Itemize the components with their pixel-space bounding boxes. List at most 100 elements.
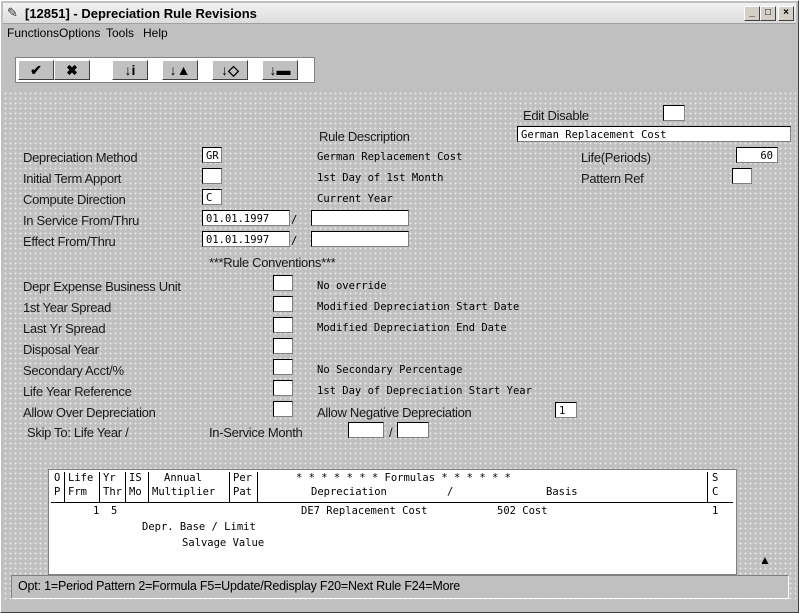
- allow-over-field[interactable]: [273, 401, 293, 417]
- rule-description-field[interactable]: German Replacement Cost: [517, 126, 791, 142]
- depr-expense-bu-desc: No override: [317, 280, 387, 292]
- disposal-year-field[interactable]: [273, 338, 293, 354]
- first-year-spread-label: 1st Year Spread: [23, 300, 112, 315]
- last-yr-spread-desc: Modified Depreciation End Date: [317, 322, 507, 334]
- grid-divider: [148, 472, 149, 502]
- compute-direction-field[interactable]: C: [202, 189, 222, 205]
- title-bar: ✎ [12851] - Depreciation Rule Revisions …: [3, 3, 796, 24]
- grid-divider: [64, 472, 65, 502]
- in-service-thru-field[interactable]: [311, 210, 409, 226]
- row-life-frm[interactable]: 1: [93, 505, 99, 517]
- find-button[interactable]: ↓i: [112, 60, 148, 80]
- in-service-month-label: In-Service Month: [209, 425, 303, 440]
- col-life-1: Life: [68, 472, 94, 484]
- add-button[interactable]: ↓▲: [162, 60, 198, 80]
- grid-header-rule: [51, 502, 733, 503]
- effect-thru-field[interactable]: [311, 231, 409, 247]
- menu-functions[interactable]: Functions: [7, 26, 59, 40]
- window-title: [12851] - Depreciation Rule Revisions: [25, 6, 257, 21]
- skip-to-label: Skip To: Life Year /: [27, 425, 129, 440]
- toolbar-group: ✔ ✖ ↓i ↓▲ ↓◇ ↓▬: [15, 57, 315, 83]
- menu-options[interactable]: Options: [59, 26, 100, 40]
- menu-tools[interactable]: Tools: [106, 26, 134, 40]
- depreciation-method-field[interactable]: GR: [202, 147, 222, 163]
- close-button[interactable]: ×: [778, 6, 794, 21]
- initial-term-label: Initial Term Apport: [23, 171, 122, 186]
- depr-expense-bu-label: Depr Expense Business Unit: [23, 279, 181, 294]
- disposal-year-label: Disposal Year: [23, 342, 99, 357]
- col-annual-1: Annual: [164, 472, 202, 484]
- effect-slash: /: [291, 235, 298, 247]
- col-life-2: Frm: [68, 486, 87, 498]
- ok-button[interactable]: ✔: [18, 60, 54, 80]
- skip-slash: /: [389, 425, 393, 440]
- col-per-2: Pat: [233, 486, 252, 498]
- col-annual-2: Multiplier: [152, 486, 216, 498]
- skip-life-year-field[interactable]: [348, 422, 384, 438]
- menu-help[interactable]: Help: [143, 26, 168, 40]
- col-sc-2: C: [712, 486, 719, 498]
- app-window: ✎ [12851] - Depreciation Rule Revisions …: [0, 0, 799, 613]
- first-year-spread-field[interactable]: [273, 296, 293, 312]
- last-yr-spread-label: Last Yr Spread: [23, 321, 106, 336]
- row-basis[interactable]: 502 Cost: [497, 505, 548, 517]
- row-yr-thr[interactable]: 5: [111, 505, 117, 517]
- minimize-button[interactable]: _: [744, 6, 760, 21]
- col-yr-1: Yr: [103, 472, 116, 484]
- depreciation-method-label: Depreciation Method: [23, 150, 138, 165]
- col-yr-2: Thr: [103, 486, 122, 498]
- delete-button[interactable]: ↓▬: [262, 60, 298, 80]
- allow-negative-field[interactable]: 1: [555, 402, 577, 418]
- status-text: Opt: 1=Period Pattern 2=Formula F5=Updat…: [18, 579, 461, 593]
- first-year-spread-desc: Modified Depreciation Start Date: [317, 301, 520, 313]
- menu-bar: Functions Options Tools Help: [3, 24, 796, 42]
- col-op-1: O: [54, 472, 61, 484]
- col-formulas-heading: * * * * * * * Formulas * * * * * *: [296, 472, 511, 484]
- row-depreciation[interactable]: DE7 Replacement Cost: [301, 505, 427, 517]
- initial-term-desc: 1st Day of 1st Month: [317, 172, 444, 184]
- effect-label: Effect From/Thru: [23, 234, 116, 249]
- grid-divider: [257, 472, 258, 502]
- life-year-ref-desc: 1st Day of Depreciation Start Year: [317, 385, 532, 397]
- toolbar: ✔ ✖ ↓i ↓▲ ↓◇ ↓▬: [3, 45, 796, 89]
- status-bar: Opt: 1=Period Pattern 2=Formula F5=Updat…: [11, 575, 789, 599]
- secondary-acct-field[interactable]: [273, 359, 293, 375]
- copy-button[interactable]: ↓◇: [212, 60, 248, 80]
- initial-term-field[interactable]: [202, 168, 222, 184]
- scroll-up-arrow-icon[interactable]: ▲: [757, 549, 773, 571]
- cancel-button[interactable]: ✖: [54, 60, 90, 80]
- row-sub-depr-base: Depr. Base / Limit: [142, 521, 256, 533]
- maximize-button[interactable]: □: [760, 6, 776, 21]
- grid-divider: [229, 472, 230, 502]
- depr-expense-bu-field[interactable]: [273, 275, 293, 291]
- allow-over-label: Allow Over Depreciation: [23, 405, 156, 420]
- secondary-acct-desc: No Secondary Percentage: [317, 364, 463, 376]
- last-yr-spread-field[interactable]: [273, 317, 293, 333]
- row-sc[interactable]: 1: [712, 505, 718, 517]
- life-year-ref-field[interactable]: [273, 380, 293, 396]
- app-icon: ✎: [7, 5, 18, 20]
- in-service-from-field[interactable]: 01.01.1997: [202, 210, 290, 226]
- life-periods-field[interactable]: 60: [736, 147, 778, 163]
- rule-description-label: Rule Description: [319, 129, 410, 144]
- col-depreciation: Depreciation: [311, 486, 387, 498]
- skip-in-service-month-field[interactable]: [397, 422, 429, 438]
- depreciation-method-desc: German Replacement Cost: [317, 151, 463, 163]
- form-panel: Edit Disable Rule Description German Rep…: [3, 91, 796, 601]
- col-basis: Basis: [546, 486, 578, 498]
- col-per-1: Per: [233, 472, 252, 484]
- pattern-ref-field[interactable]: [732, 168, 752, 184]
- edit-disable-checkbox[interactable]: [663, 105, 685, 121]
- grid-divider: [707, 472, 708, 502]
- edit-disable-label: Edit Disable: [523, 108, 589, 123]
- compute-direction-label: Compute Direction: [23, 192, 126, 207]
- row-sub-salvage: Salvage Value: [182, 537, 265, 549]
- rule-conventions-heading: ***Rule Conventions***: [209, 255, 336, 270]
- col-is-2: Mo: [129, 486, 142, 498]
- effect-from-field[interactable]: 01.01.1997: [202, 231, 290, 247]
- col-sc-1: S: [712, 472, 719, 484]
- grid-divider: [99, 472, 100, 502]
- secondary-acct-label: Secondary Acct/%: [23, 363, 124, 378]
- life-year-ref-label: Life Year Reference: [23, 384, 132, 399]
- rule-grid[interactable]: O P Life Frm Yr Thr IS Mo Annual Multipl…: [48, 469, 737, 575]
